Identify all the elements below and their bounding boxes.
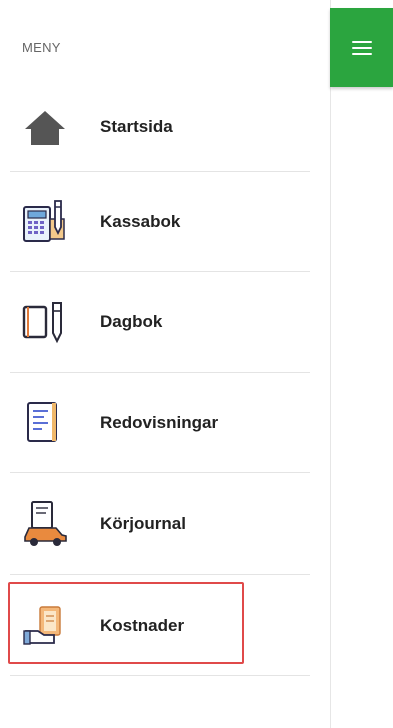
sidebar-item-label: Kostnader (100, 616, 185, 635)
menu-toggle-button[interactable] (330, 8, 393, 87)
car-log-icon (20, 499, 70, 549)
sidebar-item-label: Kassabok (100, 212, 181, 231)
home-icon (20, 102, 70, 152)
sidebar-item-redovisningar[interactable]: Redovisningar (10, 373, 310, 473)
sidebar-item-label: Startsida (100, 117, 173, 136)
hamburger-icon (351, 40, 372, 55)
report-icon (20, 398, 70, 448)
app-page: MENY Startsida Kassabok Dagbok Redovisni… (0, 0, 393, 728)
sidebar-item-dagbok[interactable]: Dagbok (10, 272, 310, 372)
sidebar-border (330, 0, 331, 728)
sidebar-item-kassabok[interactable]: Kassabok (10, 172, 310, 272)
sidebar-item-kostnader[interactable]: Kostnader (10, 576, 310, 676)
menu-divider (10, 472, 310, 473)
sidebar-menu: MENY Startsida Kassabok Dagbok Redovisni… (0, 0, 330, 728)
sidebar-item-label: Redovisningar (100, 413, 219, 432)
menu-divider (10, 675, 310, 676)
menu-heading: MENY (22, 40, 61, 55)
sidebar-item-label: Dagbok (100, 312, 163, 331)
cashbook-icon (20, 197, 70, 247)
sidebar-item-startsida[interactable]: Startsida (10, 77, 310, 177)
costs-icon (20, 601, 70, 651)
menu-divider (10, 574, 310, 575)
sidebar-item-label: Körjournal (100, 514, 186, 533)
journal-icon (20, 297, 70, 347)
sidebar-item-korjournal[interactable]: Körjournal (10, 474, 310, 574)
